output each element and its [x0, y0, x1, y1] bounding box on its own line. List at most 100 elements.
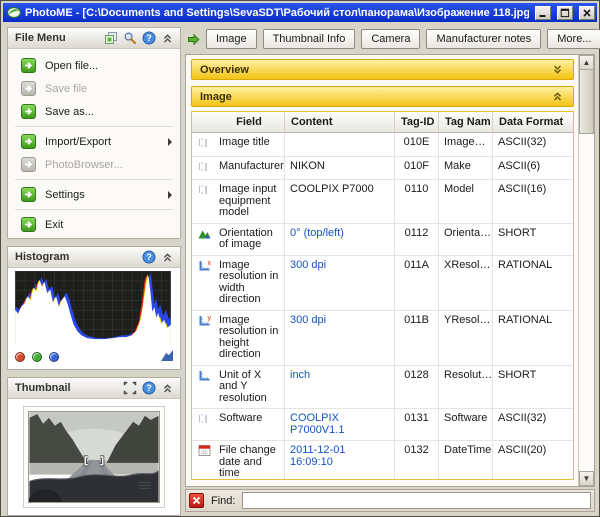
help-icon[interactable]: ?	[141, 381, 156, 396]
calendar-icon[interactable]	[192, 441, 214, 480]
tab-thumbnail-info[interactable]: Thumbnail Info	[263, 29, 356, 49]
tag-name-cell[interactable]: Orienta…	[438, 224, 492, 256]
tag-name-cell[interactable]: Image…	[438, 133, 492, 157]
tag-id-cell[interactable]: 011A	[394, 256, 438, 311]
vertical-scrollbar[interactable]: ▲ ▼	[578, 55, 594, 486]
tag-name-column-header[interactable]: Tag Nam	[438, 112, 492, 133]
content-cell[interactable]: COOLPIX P7000V1.1	[284, 409, 394, 441]
rulerx-icon[interactable]: x	[192, 256, 214, 311]
field-column-header[interactable]: Field	[214, 112, 284, 133]
content-cell[interactable]: COOLPIX P7000	[284, 180, 394, 224]
scrollbar-track[interactable]	[579, 134, 594, 471]
tag-name-cell[interactable]: XResol…	[438, 256, 492, 311]
field-cell[interactable]: Manufacturer	[214, 157, 284, 181]
collapse-icon[interactable]	[160, 250, 175, 265]
content-cell[interactable]: NIKON	[284, 157, 394, 181]
menu-item-import-export[interactable]: Import/Export	[8, 130, 180, 153]
field-cell[interactable]: Image resolution in height direction	[214, 311, 284, 366]
overview-section-bar[interactable]: Overview	[191, 59, 574, 80]
crop-frame-icon[interactable]	[122, 381, 137, 396]
data-format-cell[interactable]: RATIONAL	[492, 311, 573, 366]
data-format-cell[interactable]: ASCII(16)	[492, 180, 573, 224]
tab-manufacturer-notes[interactable]: Manufacturer notes	[426, 29, 541, 49]
text-icon[interactable]: I	[192, 180, 214, 224]
data-format-cell[interactable]: SHORT	[492, 224, 573, 256]
tag-id-cell[interactable]: 010E	[394, 133, 438, 157]
tag-id-cell[interactable]: 0128	[394, 366, 438, 410]
tag-id-cell[interactable]: 010F	[394, 157, 438, 181]
tag-name-cell[interactable]: Software	[438, 409, 492, 441]
content-cell[interactable]: inch	[284, 366, 394, 410]
minimize-button[interactable]	[535, 6, 551, 20]
content-cell[interactable]: 0° (top/left)	[284, 224, 394, 256]
data-format-cell[interactable]: ASCII(6)	[492, 157, 573, 181]
field-cell[interactable]: Unit of X and Y resolution	[214, 366, 284, 410]
tag-id-cell[interactable]: 0132	[394, 441, 438, 480]
tag-name-cell[interactable]: YResol…	[438, 311, 492, 366]
field-cell[interactable]: Orientation of image	[214, 224, 284, 256]
data-format-cell[interactable]: ASCII(32)	[492, 133, 573, 157]
tag-id-cell[interactable]: 0110	[394, 180, 438, 224]
text-icon[interactable]: I	[192, 157, 214, 181]
menu-item-save-as[interactable]: Save as...	[8, 100, 180, 123]
field-cell[interactable]: Image resolution in width direction	[214, 256, 284, 311]
duplicate-icon[interactable]	[103, 31, 118, 46]
close-button[interactable]	[579, 6, 595, 20]
content-cell[interactable]: 2011-12-01 16:09:10	[284, 441, 394, 480]
menu-item-save-file[interactable]: Save file	[8, 77, 180, 100]
expand-icon[interactable]	[550, 62, 565, 77]
red-channel-button[interactable]	[15, 352, 25, 362]
collapse-icon[interactable]	[160, 31, 175, 46]
data-format-cell[interactable]: RATIONAL	[492, 256, 573, 311]
text-icon[interactable]: I	[192, 409, 214, 441]
log-scale-icon[interactable]	[161, 350, 173, 364]
tag-name-cell[interactable]: Make	[438, 157, 492, 181]
orientation-icon[interactable]	[192, 224, 214, 256]
collapse-icon[interactable]	[160, 381, 175, 396]
content-cell[interactable]	[284, 133, 394, 157]
text-icon[interactable]: I	[192, 133, 214, 157]
find-close-button[interactable]	[189, 493, 204, 508]
field-cell[interactable]: Image input equipment model	[214, 180, 284, 224]
tag-name-cell[interactable]: DateTime	[438, 441, 492, 480]
menu-item-open-file[interactable]: Open file...	[8, 54, 180, 77]
ruler-icon[interactable]	[192, 366, 214, 410]
help-icon[interactable]: ?	[141, 250, 156, 265]
titlebar[interactable]: PhotoME - [C:\Documents and Settings\Sev…	[3, 3, 597, 22]
forward-arrow-icon[interactable]	[187, 32, 200, 47]
menu-item-exit[interactable]: Exit	[8, 213, 180, 236]
tag-id-cell[interactable]: 011B	[394, 311, 438, 366]
content-cell[interactable]: 300 dpi	[284, 311, 394, 366]
menu-item-settings[interactable]: Settings	[8, 183, 180, 206]
tag-id-cell[interactable]: 0131	[394, 409, 438, 441]
data-format-cell[interactable]: SHORT	[492, 366, 573, 410]
collapse-icon[interactable]	[550, 89, 565, 104]
field-cell[interactable]: Software	[214, 409, 284, 441]
search-icon[interactable]	[122, 31, 137, 46]
help-icon[interactable]: ?	[141, 31, 156, 46]
data-format-cell[interactable]: ASCII(32)	[492, 409, 573, 441]
tag-name-cell[interactable]: Resolut…	[438, 366, 492, 410]
find-input[interactable]	[242, 492, 591, 509]
content-cell[interactable]: 300 dpi	[284, 256, 394, 311]
menu-item-photobrowser[interactable]: PhotoBrowser...	[8, 153, 180, 176]
field-cell[interactable]: Image title	[214, 133, 284, 157]
tag-id-cell[interactable]: 0112	[394, 224, 438, 256]
rulery-icon[interactable]: y	[192, 311, 214, 366]
scroll-down-button[interactable]: ▼	[579, 471, 594, 486]
maximize-button[interactable]	[557, 6, 573, 20]
thumbnail-image[interactable]	[23, 406, 165, 508]
scrollbar-thumb[interactable]	[579, 70, 594, 134]
field-cell[interactable]: File change date and time	[214, 441, 284, 480]
content-column-header[interactable]: Content	[284, 112, 394, 133]
data-format-cell[interactable]: ASCII(20)	[492, 441, 573, 480]
blue-channel-button[interactable]	[49, 352, 59, 362]
tag-name-cell[interactable]: Model	[438, 180, 492, 224]
tab-image[interactable]: Image	[206, 29, 257, 49]
scroll-up-button[interactable]: ▲	[579, 55, 594, 70]
tab-camera[interactable]: Camera	[361, 29, 420, 49]
tag-id-column-header[interactable]: Tag-ID	[394, 112, 438, 133]
image-section-bar[interactable]: Image	[191, 86, 574, 107]
data-format-column-header[interactable]: Data Format	[492, 112, 573, 133]
tab-more[interactable]: More...	[547, 29, 600, 49]
